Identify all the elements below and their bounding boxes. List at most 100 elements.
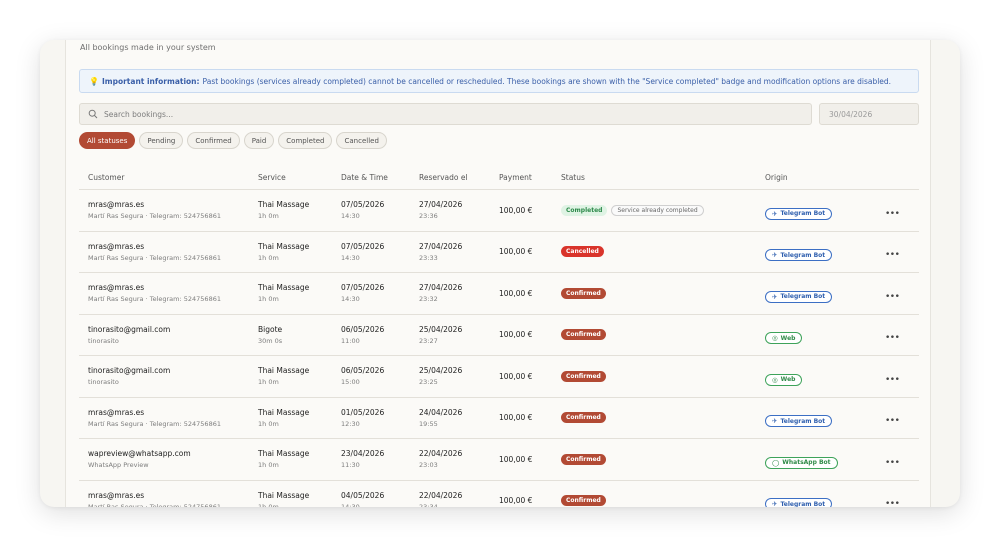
customer-email: mras@mras.es [88,241,145,251]
booking-time: 14:30 [341,212,360,221]
cell-actions: ••• [875,284,919,303]
booking-time: 11:30 [341,461,360,470]
more-horizontal-icon[interactable]: ••• [875,333,900,343]
col-reserved: Reservado el [419,172,468,182]
globe-icon: ◎ [772,375,778,384]
origin-label: Telegram Bot [780,210,826,218]
cell-service: Thai Massage 1h 0m [258,449,341,469]
cell-service: Bigote 30m 0s [258,325,341,345]
search-input[interactable] [104,109,704,119]
cell-reserved: 27/04/2026 23:32 [419,283,499,303]
reserved-date: 25/04/2026 [419,366,463,376]
reserved-date: 27/04/2026 [419,200,463,210]
cell-payment: 100,00 € [499,496,561,505]
search-bar[interactable] [79,103,812,125]
more-horizontal-icon[interactable]: ••• [875,209,900,219]
filter-chip-confirmed[interactable]: Confirmed [187,132,240,149]
service-duration: 1h 0m [258,378,279,387]
table-row: mras@mras.es Martí Ras Segura · Telegram… [79,232,919,273]
cell-origin: ◎ Web [765,367,875,386]
table-header: Customer Service Date & Time Reservado e… [79,165,919,190]
cell-payment: 100,00 € [499,247,561,256]
col-customer: Customer [88,172,125,182]
cell-origin: ✈ Telegram Bot [765,242,875,262]
more-horizontal-icon[interactable]: ••• [875,458,900,468]
origin-badge: ◎ Web [765,373,803,386]
cell-status: Confirmed [561,495,765,507]
payment-amount: 100,00 € [499,288,533,298]
reserved-time: 23:36 [419,212,438,221]
cell-actions: ••• [875,367,919,386]
cell-customer: mras@mras.es Martí Ras Segura · Telegram… [79,242,258,262]
cell-payment: 100,00 € [499,330,561,339]
more-horizontal-icon[interactable]: ••• [875,250,900,260]
filter-chip-pending[interactable]: Pending [139,132,184,149]
customer-detail: Martí Ras Segura · Telegram: 524756861 [88,295,221,304]
table-row: mras@mras.es Martí Ras Segura · Telegram… [79,273,919,315]
cell-service: Thai Massage 1h 0m [258,283,341,303]
filter-chip-paid[interactable]: Paid [243,132,275,149]
cell-origin: ✈ Telegram Bot [765,201,875,220]
status-filter-group: All statuses Pending Confirmed Paid Complete… [79,132,387,149]
filter-chip-completed[interactable]: Completed [278,132,333,149]
cell-status: Cancelled [561,246,765,258]
booking-time: 14:30 [341,253,360,262]
col-origin: Origin [765,172,788,182]
filter-chip-all-statuses[interactable]: All statuses [79,132,136,149]
cell-customer: wapreview@whatsapp.com WhatsApp Preview [79,449,258,469]
more-horizontal-icon[interactable]: ••• [875,416,900,426]
service-name: Thai Massage [258,241,310,251]
status-badge: Confirmed [561,453,606,465]
service-name: Thai Massage [258,490,310,500]
cell-datetime: 07/05/2026 14:30 [341,283,419,303]
booking-time: 12:30 [341,419,360,428]
origin-label: WhatsApp Bot [782,459,831,467]
reserved-date: 27/04/2026 [419,283,463,293]
origin-label: Web [780,334,796,342]
more-horizontal-icon[interactable]: ••• [875,292,900,302]
col-status: Status [561,172,585,182]
cell-origin: ◎ Web [765,325,875,345]
filter-chip-cancelled[interactable]: Cancelled [336,132,387,149]
service-name: Thai Massage [258,407,310,417]
payment-amount: 100,00 € [499,496,533,506]
cell-reserved: 24/04/2026 19:55 [419,408,499,428]
cell-service: Thai Massage 1h 0m [258,408,341,428]
page-subtitle: All bookings made in your system [80,43,216,52]
reserved-time: 23:27 [419,336,438,345]
cell-actions: ••• [875,242,919,261]
cell-customer: mras@mras.es Martí Ras Segura · Telegram… [79,408,258,428]
reserved-time: 23:33 [419,253,438,262]
payment-amount: 100,00 € [499,371,533,381]
more-horizontal-icon[interactable]: ••• [875,375,900,385]
reserved-time: 23:25 [419,378,438,387]
booking-date: 06/05/2026 [341,324,385,334]
customer-detail: WhatsApp Preview [88,461,149,470]
payment-amount: 100,00 € [499,454,533,464]
cell-reserved: 22/04/2026 23:03 [419,449,499,469]
status-badge: Confirmed [561,329,606,341]
cell-customer: mras@mras.es Martí Ras Segura · Telegram… [79,491,258,507]
more-horizontal-icon[interactable]: ••• [875,499,900,507]
cell-origin: ✈ Telegram Bot [765,491,875,507]
status-badge: Cancelled [561,246,604,258]
table-row: wapreview@whatsapp.com WhatsApp Preview … [79,439,919,481]
customer-email: tinorasito@gmail.com [88,324,171,334]
cell-datetime: 07/05/2026 14:30 [341,200,419,220]
cell-datetime: 07/05/2026 14:30 [341,242,419,262]
service-name: Thai Massage [258,366,310,376]
table-body: mras@mras.es Martí Ras Segura · Telegram… [79,190,919,507]
booking-date: 01/05/2026 [341,407,385,417]
cell-status: Confirmed [561,329,765,341]
customer-email: mras@mras.es [88,490,145,500]
table-row: mras@mras.es Martí Ras Segura · Telegram… [79,398,919,439]
service-name: Bigote [258,324,283,334]
payment-amount: 100,00 € [499,247,533,257]
info-title: Important information: [101,76,200,86]
reserved-time: 23:03 [419,461,438,470]
col-service: Service [258,172,286,182]
service-duration: 30m 0s [258,336,283,345]
date-filter-input[interactable]: 30/04/2026 [819,103,919,125]
cell-datetime: 04/05/2026 14:30 [341,491,419,507]
cell-datetime: 23/04/2026 11:30 [341,449,419,469]
